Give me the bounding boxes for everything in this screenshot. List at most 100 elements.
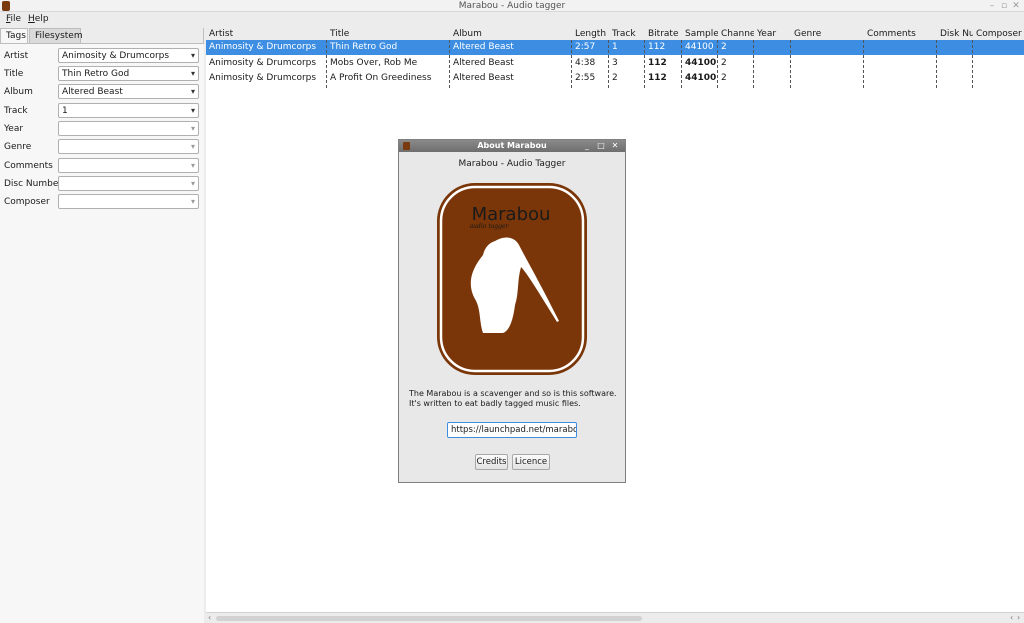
cell-comments bbox=[864, 71, 937, 86]
dialog-titlebar: About Marabou _ □ ✕ bbox=[399, 140, 625, 152]
menu-file[interactable]: File bbox=[6, 14, 21, 24]
cell-year bbox=[754, 56, 791, 71]
column-separator bbox=[449, 40, 450, 88]
column-header-track[interactable]: Track bbox=[609, 28, 645, 40]
column-header-artist[interactable]: Artist bbox=[206, 28, 327, 40]
cell-composer bbox=[973, 71, 1024, 86]
composer-combo[interactable]: ▾ bbox=[58, 194, 199, 209]
cell-year bbox=[754, 40, 791, 55]
credits-button[interactable]: Credits bbox=[475, 454, 508, 470]
field-label: Year bbox=[4, 124, 24, 134]
cell-length: 4:38 bbox=[575, 57, 596, 68]
column-header-comments[interactable]: Comments bbox=[864, 28, 937, 40]
scroll-left-icon[interactable]: ‹ bbox=[1010, 613, 1013, 622]
column-header-title[interactable]: Title bbox=[327, 28, 450, 40]
cell-album: Altered Beast bbox=[453, 57, 514, 68]
tab-tags[interactable]: Tags bbox=[0, 28, 28, 43]
comments-combo[interactable]: ▾ bbox=[58, 158, 199, 173]
tab-bar: Tags Filesystem bbox=[0, 28, 204, 43]
album-combo[interactable]: Altered Beast ▾ bbox=[58, 84, 199, 99]
table-header: Artist Title Album Length Track Bitrate Sample… bbox=[206, 28, 1024, 40]
cell-track: 2 bbox=[612, 73, 618, 83]
column-separator bbox=[326, 40, 327, 88]
scroll-left-icon[interactable]: ‹ bbox=[208, 613, 211, 622]
cell-title: A Profit On Greediness bbox=[330, 73, 432, 83]
column-separator bbox=[936, 40, 937, 88]
window-title: Marabou - Audio tagger bbox=[458, 1, 566, 11]
title-combo[interactable]: Thin Retro God ▾ bbox=[58, 66, 199, 81]
menubar: File Help bbox=[0, 12, 1024, 28]
cell-disk-number bbox=[937, 56, 973, 71]
column-header-year[interactable]: Year bbox=[754, 28, 791, 40]
column-header-composer[interactable]: Composer bbox=[973, 28, 1024, 40]
column-header-album[interactable]: Album bbox=[450, 28, 572, 40]
menu-help[interactable]: Help bbox=[28, 14, 49, 24]
field-label: Title bbox=[4, 69, 24, 79]
cell-track: 3 bbox=[612, 57, 618, 68]
column-header-length[interactable]: Length bbox=[572, 28, 609, 40]
table-row[interactable]: Animosity & Drumcorps Mobs Over, Rob Me Al… bbox=[206, 56, 1024, 71]
logo-title: Marabou bbox=[472, 204, 551, 225]
cell-genre bbox=[791, 56, 864, 71]
field-row-composer: Composer ▾ bbox=[0, 194, 204, 210]
track-combo[interactable]: 1 ▾ bbox=[58, 103, 199, 118]
dropdown-arrow-icon: ▾ bbox=[190, 142, 195, 151]
about-app-name: Marabou - Audio Tagger bbox=[458, 159, 566, 169]
artist-combo[interactable]: Animosity & Drumcorps ▾ bbox=[58, 48, 199, 63]
cell-channels: 2 bbox=[721, 73, 727, 83]
table-row[interactable]: Animosity & Drumcorps A Profit On Greedin… bbox=[206, 71, 1024, 86]
cell-channels: 2 bbox=[721, 57, 727, 68]
cell-bitrate: 112 bbox=[648, 73, 667, 83]
field-label: Genre bbox=[4, 142, 32, 152]
maximize-icon[interactable]: ▫ bbox=[998, 0, 1010, 12]
cell-channels: 2 bbox=[721, 42, 727, 52]
project-url-link[interactable]: https://launchpad.net/marabou bbox=[447, 422, 577, 438]
column-header-genre[interactable]: Genre bbox=[791, 28, 864, 40]
scroll-right-icon[interactable]: › bbox=[1017, 613, 1020, 622]
about-dialog: About Marabou _ □ ✕ Marabou - Audio Tagg… bbox=[398, 139, 626, 483]
cell-title: Mobs Over, Rob Me bbox=[330, 57, 418, 68]
cell-composer bbox=[973, 40, 1024, 55]
cell-length: 2:55 bbox=[575, 73, 596, 83]
cell-track: 1 bbox=[612, 42, 618, 52]
tags-form: Artist Animosity & Drumcorps ▾ Title Thin… bbox=[0, 43, 204, 623]
close-icon[interactable]: ✕ bbox=[1010, 0, 1022, 12]
dropdown-arrow-icon: ▾ bbox=[190, 179, 195, 188]
cell-album: Altered Beast bbox=[453, 42, 514, 52]
dropdown-arrow-icon: ▾ bbox=[190, 51, 195, 60]
field-row-comments: Comments ▾ bbox=[0, 158, 204, 174]
minimize-icon[interactable]: _ bbox=[582, 141, 592, 151]
field-label: Track bbox=[4, 106, 28, 116]
tag-editor-panel: Tags Filesystem Artist Animosity & Drumc… bbox=[0, 28, 204, 623]
cell-artist: Animosity & Drumcorps bbox=[209, 42, 317, 52]
year-combo[interactable]: ▾ bbox=[58, 121, 199, 136]
maximize-icon[interactable]: □ bbox=[596, 141, 606, 151]
cell-comments bbox=[864, 40, 937, 55]
column-separator bbox=[972, 40, 973, 88]
column-header-bitrate[interactable]: Bitrate bbox=[645, 28, 682, 40]
column-header-channels[interactable]: Channe bbox=[718, 28, 754, 40]
close-icon[interactable]: ✕ bbox=[610, 141, 620, 151]
horizontal-scrollbar[interactable]: ‹ ‹ › bbox=[206, 612, 1024, 623]
cell-year bbox=[754, 71, 791, 86]
licence-button[interactable]: Licence bbox=[512, 454, 550, 470]
tab-filesystem[interactable]: Filesystem bbox=[29, 28, 83, 43]
dropdown-arrow-icon: ▾ bbox=[190, 69, 195, 78]
minimize-icon[interactable]: – bbox=[986, 0, 998, 12]
cell-comments bbox=[864, 56, 937, 71]
field-row-album: Album Altered Beast ▾ bbox=[0, 84, 204, 100]
dropdown-arrow-icon: ▾ bbox=[190, 106, 195, 115]
column-header-sample[interactable]: Sample bbox=[682, 28, 718, 40]
field-label: Artist bbox=[4, 51, 29, 61]
cell-length: 2:57 bbox=[575, 42, 596, 52]
cell-disk-number bbox=[937, 71, 973, 86]
field-row-track: Track 1 ▾ bbox=[0, 103, 204, 119]
cell-sample: 44100 bbox=[685, 57, 717, 68]
genre-combo[interactable]: ▾ bbox=[58, 139, 199, 154]
disc-number-combo[interactable]: ▾ bbox=[58, 176, 199, 191]
cell-artist: Animosity & Drumcorps bbox=[209, 73, 317, 83]
field-row-genre: Genre ▾ bbox=[0, 139, 204, 155]
scrollbar-thumb[interactable] bbox=[216, 616, 642, 621]
table-row[interactable]: Animosity & Drumcorps Thin Retro God Alter… bbox=[206, 40, 1024, 55]
column-header-disk-number[interactable]: Disk Nu bbox=[937, 28, 973, 40]
